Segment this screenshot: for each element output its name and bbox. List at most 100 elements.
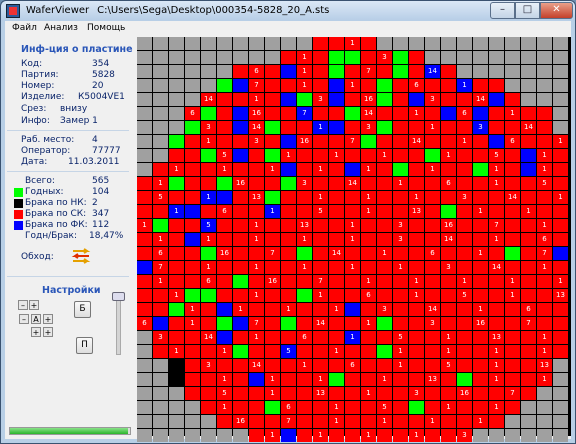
sk-defect-die[interactable] (505, 93, 520, 106)
empty-die[interactable] (505, 65, 520, 78)
empty-die[interactable] (473, 429, 488, 442)
sk-defect-die[interactable] (313, 79, 328, 92)
sk-defect-die[interactable] (393, 93, 408, 106)
sk-defect-die[interactable] (185, 135, 200, 148)
sk-defect-die[interactable] (169, 149, 184, 162)
sk-defect-die[interactable] (521, 107, 536, 120)
sk-defect-die[interactable] (553, 149, 568, 162)
sk-defect-die[interactable] (521, 387, 536, 400)
sk-defect-die[interactable] (489, 275, 504, 288)
sk-defect-die[interactable] (409, 219, 424, 232)
sk-defect-die[interactable] (153, 345, 168, 358)
empty-die[interactable] (153, 37, 168, 50)
sk-defect-die[interactable] (249, 401, 264, 414)
sk-defect-die[interactable] (345, 191, 360, 204)
empty-die[interactable] (137, 373, 152, 386)
sk-defect-die[interactable] (441, 65, 456, 78)
sk-defect-die[interactable]: 1 (489, 373, 504, 386)
sk-defect-die[interactable]: 1 (489, 401, 504, 414)
fk-defect-die[interactable] (521, 163, 536, 176)
sk-defect-die[interactable]: 16 (249, 107, 264, 120)
sk-defect-die[interactable]: 3 (441, 261, 456, 274)
sk-defect-die[interactable] (425, 79, 440, 92)
sk-defect-die[interactable] (185, 191, 200, 204)
sk-defect-die[interactable] (425, 177, 440, 190)
sk-defect-die[interactable] (217, 135, 232, 148)
sk-defect-die[interactable]: 16 (361, 93, 376, 106)
sk-defect-die[interactable] (393, 79, 408, 92)
empty-die[interactable] (169, 401, 184, 414)
empty-die[interactable] (169, 37, 184, 50)
sk-defect-die[interactable] (345, 289, 360, 302)
empty-die[interactable] (553, 65, 568, 78)
sk-defect-die[interactable] (297, 121, 312, 134)
empty-die[interactable] (553, 359, 568, 372)
sk-defect-die[interactable] (441, 429, 456, 442)
empty-die[interactable] (489, 429, 504, 442)
sk-defect-die[interactable]: 6 (281, 401, 296, 414)
empty-die[interactable] (233, 429, 248, 442)
fk-defect-die[interactable]: 1 (457, 79, 472, 92)
sk-defect-die[interactable] (185, 219, 200, 232)
sk-defect-die[interactable]: 1 (345, 233, 360, 246)
sk-defect-die[interactable] (313, 65, 328, 78)
sk-defect-die[interactable] (281, 51, 296, 64)
sk-defect-die[interactable] (409, 51, 424, 64)
sk-defect-die[interactable] (361, 359, 376, 372)
sk-defect-die[interactable] (297, 163, 312, 176)
sk-defect-die[interactable] (249, 303, 264, 316)
sk-defect-die[interactable] (233, 359, 248, 372)
sk-defect-die[interactable]: 7 (249, 317, 264, 330)
sk-defect-die[interactable] (313, 135, 328, 148)
nk-defect-die[interactable] (169, 373, 184, 386)
empty-die[interactable] (137, 37, 152, 50)
sk-defect-die[interactable] (345, 205, 360, 218)
sk-defect-die[interactable] (393, 149, 408, 162)
sk-defect-die[interactable] (201, 177, 216, 190)
sk-defect-die[interactable] (393, 289, 408, 302)
empty-die[interactable] (521, 415, 536, 428)
sk-defect-die[interactable] (361, 79, 376, 92)
sk-defect-die[interactable] (345, 247, 360, 260)
empty-die[interactable] (457, 51, 472, 64)
sk-defect-die[interactable] (521, 191, 536, 204)
sk-defect-die[interactable]: 7 (281, 415, 296, 428)
sk-defect-die[interactable]: 16 (217, 247, 232, 260)
sk-defect-die[interactable] (313, 331, 328, 344)
sk-defect-die[interactable]: 1 (313, 289, 328, 302)
sk-defect-die[interactable]: 1 (537, 261, 552, 274)
empty-die[interactable] (153, 373, 168, 386)
sk-defect-die[interactable] (377, 191, 392, 204)
sk-defect-die[interactable] (201, 373, 216, 386)
sk-defect-die[interactable]: 1 (329, 415, 344, 428)
sk-defect-die[interactable]: 13 (409, 205, 424, 218)
sk-defect-die[interactable]: 1 (329, 401, 344, 414)
sk-defect-die[interactable]: 1 (265, 387, 280, 400)
sk-defect-die[interactable]: 1 (313, 429, 328, 442)
sk-defect-die[interactable] (393, 191, 408, 204)
sk-defect-die[interactable] (281, 261, 296, 274)
sk-defect-die[interactable] (457, 219, 472, 232)
sk-defect-die[interactable] (489, 107, 504, 120)
sk-defect-die[interactable] (281, 275, 296, 288)
sk-defect-die[interactable] (457, 261, 472, 274)
empty-die[interactable] (505, 37, 520, 50)
sk-defect-die[interactable] (137, 233, 152, 246)
wafer-map[interactable]: 1 1 3 6 1 7 14 7 1 1 6 1 14 1 3 16 3 14 6 16 7 14 1 6 1 3 14 1 3 1 3 14… (137, 37, 571, 442)
sk-defect-die[interactable] (217, 289, 232, 302)
sk-defect-die[interactable] (185, 373, 200, 386)
sk-defect-die[interactable] (473, 79, 488, 92)
sk-defect-die[interactable] (201, 387, 216, 400)
sk-defect-die[interactable] (329, 233, 344, 246)
empty-die[interactable] (169, 387, 184, 400)
empty-die[interactable] (553, 37, 568, 50)
sk-defect-die[interactable]: 1 (153, 275, 168, 288)
sk-defect-die[interactable] (217, 219, 232, 232)
sk-defect-die[interactable]: 1 (233, 303, 248, 316)
sk-defect-die[interactable] (345, 401, 360, 414)
sk-defect-die[interactable] (361, 303, 376, 316)
sk-defect-die[interactable] (281, 205, 296, 218)
empty-die[interactable] (553, 51, 568, 64)
sk-defect-die[interactable] (425, 429, 440, 442)
sk-defect-die[interactable]: 6 (201, 275, 216, 288)
